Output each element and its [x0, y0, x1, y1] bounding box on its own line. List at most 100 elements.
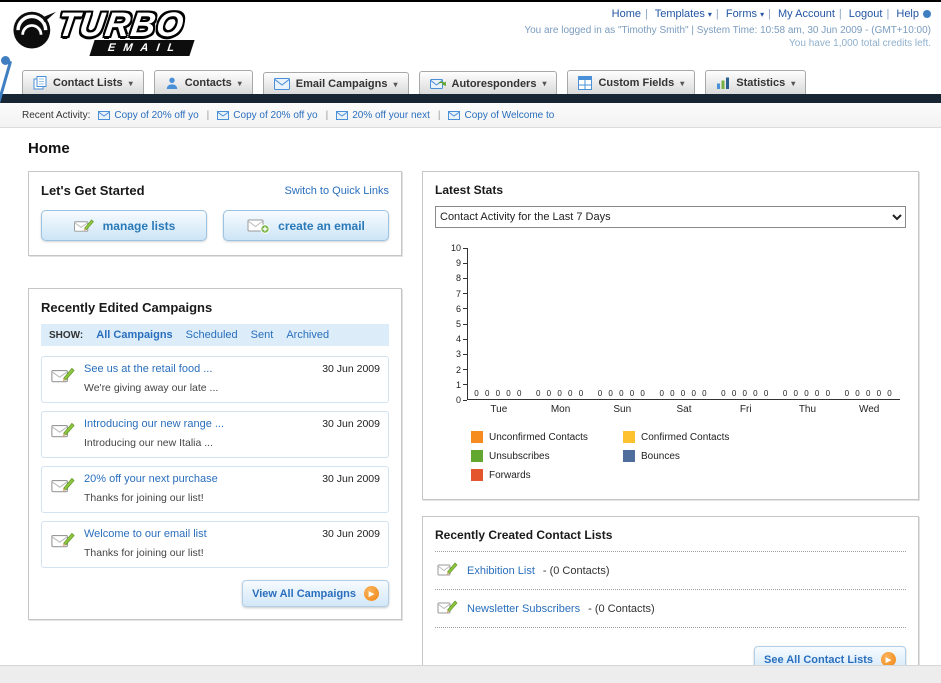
pencil-envelope-icon — [50, 365, 76, 390]
view-all-campaigns-button[interactable]: View All Campaigns ▶ — [242, 580, 389, 607]
custom-fields-icon — [578, 76, 593, 90]
contact-activity-chart: 0 1 2 3 4 5 6 7 8 9 10 0 0 0 0 00 0 0 0 00 0 0 0 0… — [441, 243, 900, 481]
contact-lists-title: Recently Created Contact Lists — [435, 528, 613, 542]
recent-activity-link[interactable]: Copy of Welcome to — [464, 110, 554, 121]
header: TURBO EMAIL Home | Templates ▾ | Forms ▾ | … — [0, 2, 941, 112]
logo-sub: EMAIL — [89, 40, 195, 56]
tab-label: Contacts — [184, 77, 232, 89]
create-email-label: create an email — [278, 218, 365, 233]
latest-stats-panel: Latest Stats Contact Activity for the La… — [422, 171, 919, 500]
tab-email-campaigns[interactable]: Email Campaigns ▾ — [262, 72, 409, 94]
left-column: Let's Get Started Switch to Quick Links … — [28, 171, 402, 620]
topnav-templates-label: Templates — [654, 8, 705, 20]
campaign-subtitle: Thanks for joining our list! — [84, 547, 204, 559]
recent-activity-link[interactable]: 20% off your next — [352, 110, 430, 121]
app-window: TURBO EMAIL Home | Templates ▾ | Forms ▾ | … — [0, 0, 941, 683]
recently-edited-campaigns-panel: Recently Edited Campaigns SHOW: All Camp… — [28, 288, 402, 620]
separator: | — [325, 109, 329, 121]
filter-all-campaigns[interactable]: All Campaigns — [96, 329, 172, 341]
legend-label: Confirmed Contacts — [641, 431, 730, 443]
separator: | — [768, 8, 771, 20]
switch-to-quick-links[interactable]: Switch to Quick Links — [284, 185, 389, 197]
manage-lists-button[interactable]: manage lists — [41, 210, 207, 241]
app-logo: TURBO EMAIL — [10, 6, 195, 56]
tab-contacts[interactable]: Contacts ▾ — [153, 70, 253, 94]
main-content: Home Let's Get Started Switch to Quick L… — [0, 128, 941, 683]
campaign-title-link[interactable]: Welcome to our email list — [84, 528, 314, 540]
filter-scheduled[interactable]: Scheduled — [186, 329, 238, 341]
nav-divider-bar — [0, 94, 941, 103]
topnav-forms-link[interactable]: Forms ▾ — [726, 8, 764, 20]
topnav-help-link[interactable]: Help — [896, 8, 919, 20]
filter-archived[interactable]: Archived — [286, 329, 329, 341]
dropdown-arrow-icon: ▾ — [760, 10, 765, 19]
show-label: SHOW: — [49, 329, 84, 341]
chart-plot: 0 0 0 0 00 0 0 0 00 0 0 0 00 0 0 0 00 0 … — [467, 248, 900, 400]
recent-activity-link[interactable]: Copy of 20% off yo — [114, 110, 198, 121]
envelope-icon — [336, 110, 349, 120]
contact-list-item: Exhibition List - (0 Contacts) — [435, 552, 906, 590]
footer-strip — [0, 665, 941, 683]
recent-activity-bar: Recent Activity: Copy of 20% off yo | Co… — [0, 103, 941, 128]
contacts-icon — [165, 76, 179, 90]
tab-custom-fields[interactable]: Custom Fields ▾ — [567, 70, 696, 94]
tab-label: Contact Lists — [53, 77, 123, 89]
filter-sent[interactable]: Sent — [251, 329, 274, 341]
chart-x-labels: Tue Mon Sun Sat Fri Thu Wed — [490, 404, 880, 415]
topnav-templates-link[interactable]: Templates ▾ — [655, 8, 712, 20]
envelope-icon — [217, 110, 230, 120]
stats-period-select[interactable]: Contact Activity for the Last 7 Days — [435, 206, 906, 228]
recent-activity-item: 20% off your next — [336, 110, 430, 121]
legend-item: Confirmed Contacts — [623, 431, 775, 443]
tab-contact-lists[interactable]: Contact Lists ▾ — [22, 70, 144, 94]
create-email-button[interactable]: create an email — [223, 210, 389, 241]
campaigns-filter-bar: SHOW: All Campaigns Scheduled Sent Archi… — [41, 324, 389, 346]
contact-list-item: Newsletter Subscribers - (0 Contacts) — [435, 590, 906, 628]
envelope-icon — [98, 110, 111, 120]
pencil-envelope-icon — [50, 530, 76, 555]
see-all-contact-lists-label: See All Contact Lists — [763, 653, 873, 666]
separator: | — [206, 109, 210, 121]
legend-item: Bounces — [623, 450, 775, 462]
recent-activity-item: Copy of 20% off yo — [98, 110, 199, 121]
envelope-icon — [448, 110, 461, 120]
recent-activity-link[interactable]: Copy of 20% off yo — [233, 110, 317, 121]
legend-swatch — [623, 450, 635, 462]
campaign-title-link[interactable]: Introducing our new range ... — [84, 418, 314, 430]
campaign-subtitle: Thanks for joining our list! — [84, 492, 204, 504]
tab-statistics[interactable]: Statistics ▾ — [705, 70, 807, 94]
recent-activity-label: Recent Activity: — [22, 109, 91, 121]
topnav-my-account-link[interactable]: My Account — [778, 8, 835, 20]
dropdown-arrow-icon: ▾ — [237, 78, 242, 88]
dropdown-arrow-icon: ▾ — [791, 78, 796, 88]
login-info: You are logged in as "Timothy Smith" | S… — [524, 25, 931, 36]
credits-info: You have 1,000 total credits left. — [789, 38, 931, 49]
get-started-title: Let's Get Started — [41, 183, 145, 198]
campaign-title-link[interactable]: See us at the retail food ... — [84, 363, 314, 375]
campaign-row: Introducing our new range ... Introducing… — [41, 411, 389, 458]
recent-activity-item: Copy of 20% off yo — [217, 110, 318, 121]
topnav-forms-label: Forms — [725, 8, 758, 20]
campaign-title-link[interactable]: 20% off your next purchase — [84, 473, 314, 485]
dropdown-arrow-icon: ▾ — [128, 78, 133, 88]
tab-label: Custom Fields — [598, 77, 675, 89]
legend-item: Unsubscribes — [471, 450, 623, 462]
campaign-date: 30 Jun 2009 — [322, 528, 380, 540]
tab-autoresponders[interactable]: Autoresponders ▾ — [418, 71, 558, 94]
contact-list-link[interactable]: Newsletter Subscribers — [467, 603, 580, 615]
legend-swatch — [471, 431, 483, 443]
help-dot-icon — [923, 10, 931, 19]
topnav-home-link[interactable]: Home — [612, 8, 641, 20]
legend-label: Unsubscribes — [489, 450, 550, 462]
legend-swatch — [471, 450, 483, 462]
email-campaigns-icon — [273, 78, 290, 90]
contact-list-link[interactable]: Exhibition List — [467, 565, 535, 577]
logo-text: TURBO EMAIL — [55, 6, 195, 56]
campaigns-title: Recently Edited Campaigns — [41, 300, 213, 315]
separator: | — [437, 109, 441, 121]
topnav-logout-link[interactable]: Logout — [849, 8, 883, 20]
campaign-row: See us at the retail food ... We're givin… — [41, 356, 389, 403]
campaign-row: 20% off your next purchase Thanks for joi… — [41, 466, 389, 513]
logo-swoosh-icon — [13, 11, 56, 49]
legend-label: Forwards — [489, 469, 531, 481]
